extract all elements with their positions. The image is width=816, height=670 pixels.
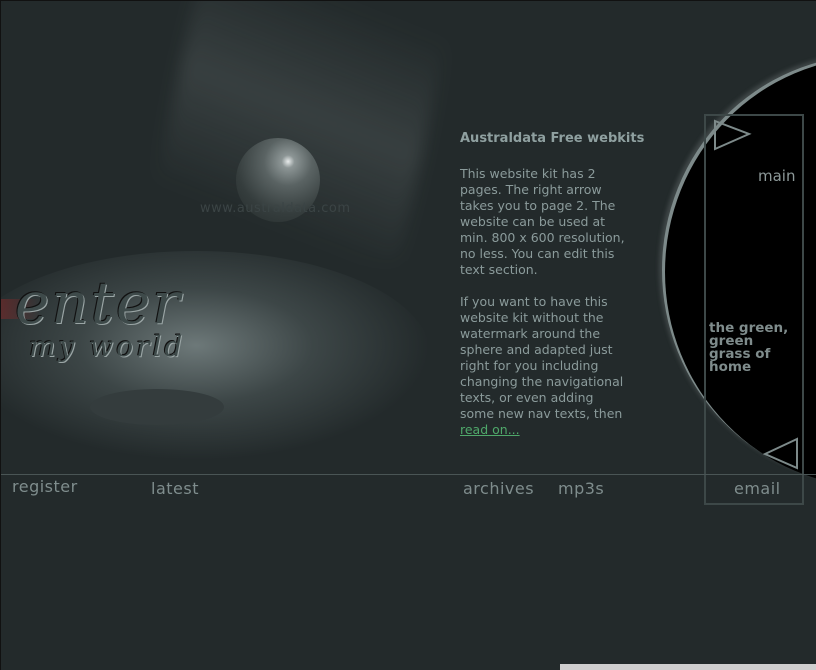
content-section: Australdata Free webkits This website ki…	[460, 131, 645, 454]
main-link[interactable]: main	[758, 167, 795, 185]
watermark-text: www.australdata.com	[200, 201, 351, 216]
content-paragraph-2-text: If you want to have this website kit wit…	[460, 294, 624, 421]
nav-divider	[1, 474, 816, 475]
read-on-link[interactable]: read on...	[460, 422, 520, 437]
arrow-left-icon[interactable]	[763, 437, 803, 471]
content-paragraph-2: If you want to have this website kit wit…	[460, 294, 625, 438]
nav-email[interactable]: email	[734, 479, 781, 498]
content-title: Australdata Free webkits	[460, 131, 645, 146]
logo-world-text: my world	[29, 330, 186, 363]
content-paragraph-1: This website kit has 2 pages. The right …	[460, 166, 625, 277]
nav-register[interactable]: register	[12, 477, 78, 496]
status-strip	[560, 664, 816, 670]
enter-logo[interactable]: enter my world	[15, 273, 185, 361]
arrow-right-icon[interactable]	[713, 119, 753, 153]
page-canvas: www.australdata.com enter my world Austr…	[0, 0, 816, 670]
tagline-text: the green, green grass of home	[709, 320, 789, 375]
spotlight-beam	[139, 1, 463, 261]
nav-latest[interactable]: latest	[151, 479, 199, 498]
logo-enter-text: enter	[15, 269, 183, 337]
sphere-shadow	[90, 389, 224, 425]
nav-mp3s[interactable]: mp3s	[558, 479, 604, 498]
nav-archives[interactable]: archives	[463, 479, 534, 498]
